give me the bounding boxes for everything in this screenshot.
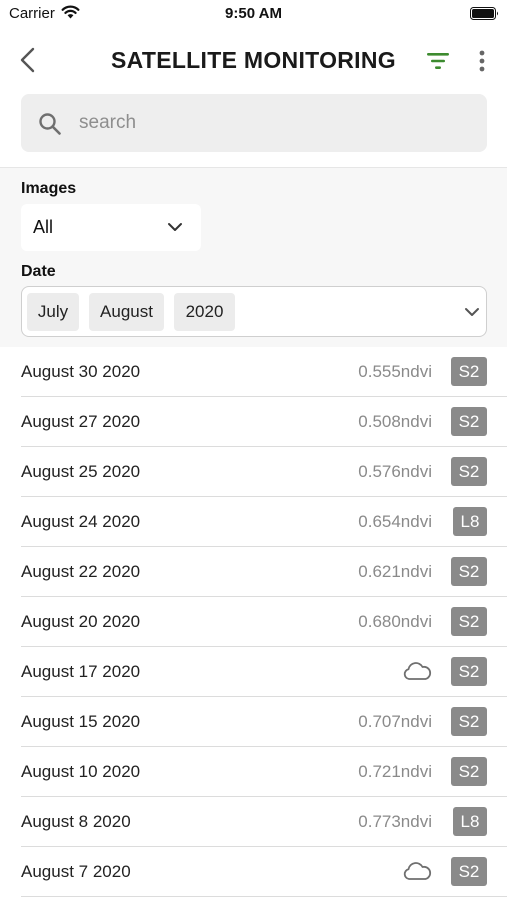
date-chip-month[interactable]: August — [89, 293, 164, 331]
satellite-badge: S2 — [451, 557, 487, 586]
image-date: August 24 2020 — [21, 512, 141, 531]
clock-time: 9:50 AM — [225, 5, 282, 22]
date-dropdown[interactable]: July August 2020 — [21, 286, 487, 337]
images-selected-value: All — [33, 217, 54, 237]
image-date: August 17 2020 — [21, 662, 141, 681]
ndvi-value: 0.508ndvi — [358, 412, 432, 431]
satellite-badge: S2 — [451, 407, 487, 436]
list-item[interactable]: August 15 2020 0.707ndvi S2 — [0, 697, 507, 747]
status-bar: Carrier 9:50 AM — [0, 0, 507, 28]
list-item[interactable]: August 30 2020 0.555ndvi S2 — [0, 347, 507, 397]
ndvi-value: 0.654ndvi — [358, 512, 432, 531]
image-date: August 20 2020 — [21, 612, 141, 631]
satellite-badge: S2 — [451, 357, 487, 386]
list-item[interactable]: August 20 2020 0.680ndvi S2 — [0, 597, 507, 647]
image-date: August 8 2020 — [21, 812, 131, 831]
search-bar[interactable] — [21, 94, 487, 152]
date-filter-label: Date — [21, 263, 56, 280]
ndvi-value: 0.721ndvi — [358, 762, 432, 781]
image-date: August 25 2020 — [21, 462, 141, 481]
satellite-badge: S2 — [451, 857, 487, 886]
back-button[interactable] — [14, 44, 44, 76]
chevron-down-icon — [465, 308, 479, 316]
date-chip-year[interactable]: 2020 — [174, 293, 235, 331]
divider — [21, 896, 507, 897]
cloud-icon — [403, 862, 432, 880]
navigation-bar: SATELLITE MONITORING — [0, 36, 507, 86]
satellite-badge: L8 — [453, 807, 487, 836]
list-item[interactable]: August 8 2020 0.773ndvi L8 — [0, 797, 507, 847]
satellite-badge: S2 — [451, 707, 487, 736]
chevron-left-icon — [20, 47, 35, 73]
image-date: August 15 2020 — [21, 712, 141, 731]
battery-icon — [470, 7, 498, 20]
list-item[interactable]: August 7 2020 S2 — [0, 847, 507, 897]
ndvi-value: 0.555ndvi — [358, 362, 432, 381]
list-item[interactable]: August 17 2020 S2 — [0, 647, 507, 697]
image-date: August 27 2020 — [21, 412, 141, 431]
image-date: August 7 2020 — [21, 862, 131, 881]
image-date: August 10 2020 — [21, 762, 141, 781]
filter-button[interactable] — [424, 49, 452, 73]
ndvi-value: 0.576ndvi — [358, 462, 432, 481]
more-vertical-icon — [479, 50, 485, 72]
date-chip-month[interactable]: July — [27, 293, 79, 331]
list-item[interactable]: August 10 2020 0.721ndvi S2 — [0, 747, 507, 797]
more-options-button[interactable] — [472, 46, 492, 76]
chevron-down-icon — [168, 223, 182, 231]
list-item[interactable]: August 22 2020 0.621ndvi S2 — [0, 547, 507, 597]
page-title: SATELLITE MONITORING — [111, 47, 396, 73]
image-date: August 22 2020 — [21, 562, 141, 581]
list-item[interactable]: August 24 2020 0.654ndvi L8 — [0, 497, 507, 547]
cloud-icon — [403, 662, 432, 680]
search-icon — [39, 113, 61, 135]
satellite-badge: S2 — [451, 757, 487, 786]
satellite-badge: S2 — [451, 657, 487, 686]
list-item[interactable]: August 25 2020 0.576ndvi S2 — [0, 447, 507, 497]
ndvi-value: 0.680ndvi — [358, 612, 432, 631]
images-dropdown[interactable]: All — [21, 204, 201, 251]
satellite-badge: S2 — [451, 457, 487, 486]
search-input[interactable] — [79, 108, 469, 138]
list-item[interactable]: August 27 2020 0.508ndvi S2 — [0, 397, 507, 447]
ndvi-value: 0.621ndvi — [358, 562, 432, 581]
satellite-badge: L8 — [453, 507, 487, 536]
ndvi-value: 0.773ndvi — [358, 812, 432, 831]
ndvi-value: 0.707ndvi — [358, 712, 432, 731]
satellite-badge: S2 — [451, 607, 487, 636]
image-date: August 30 2020 — [21, 362, 141, 381]
images-filter-label: Images — [21, 180, 77, 197]
filter-icon — [427, 53, 449, 69]
filter-panel: Images All Date July August 2020 — [0, 167, 507, 347]
